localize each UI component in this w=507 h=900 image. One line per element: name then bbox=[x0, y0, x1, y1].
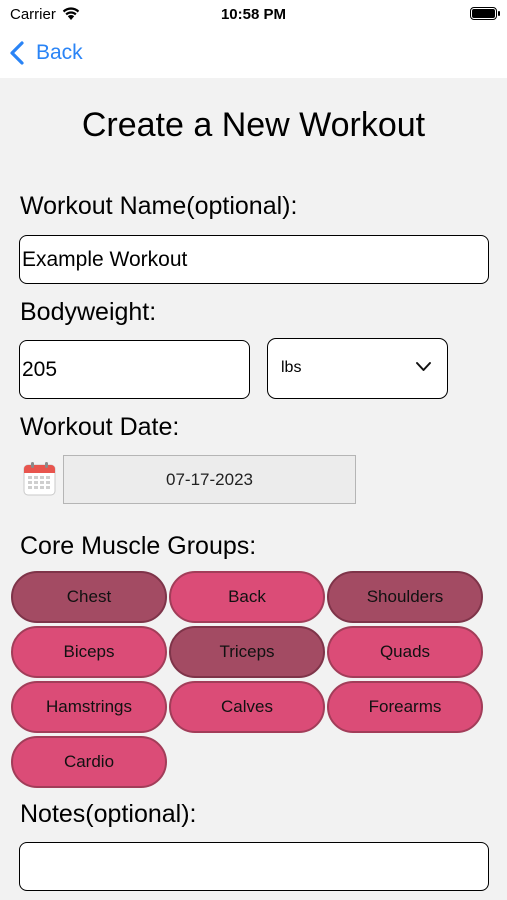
muscle-button-label: Hamstrings bbox=[46, 697, 132, 716]
page-title: Create a New Workout bbox=[81, 106, 426, 144]
calendar-icon[interactable] bbox=[23, 461, 56, 496]
muscle-button-label: Back bbox=[228, 587, 266, 606]
muscle-button-hamstrings[interactable]: Hamstrings bbox=[11, 681, 167, 733]
muscle-button-label: Calves bbox=[221, 697, 273, 716]
notes-label: Notes(optional): bbox=[20, 800, 197, 828]
date-field[interactable]: 07-17-2023 bbox=[63, 455, 356, 504]
muscle-button-forearms[interactable]: Forearms bbox=[327, 681, 483, 733]
clock: 10:58 PM bbox=[220, 6, 287, 23]
muscle-button-label: Forearms bbox=[368, 697, 442, 716]
muscle-button-triceps[interactable]: Triceps bbox=[169, 626, 325, 678]
workout-name-input[interactable] bbox=[19, 235, 489, 284]
muscle-button-label: Biceps bbox=[63, 642, 115, 661]
bodyweight-label: Bodyweight: bbox=[20, 298, 157, 326]
muscle-button-label: Cardio bbox=[63, 752, 115, 771]
muscle-button-chest[interactable]: Chest bbox=[11, 571, 167, 623]
status-bar: Carrier 10:58 PM bbox=[0, 0, 507, 30]
notes-input[interactable] bbox=[19, 842, 489, 891]
unit-select[interactable]: lbs bbox=[267, 338, 448, 399]
chevron-left-icon bbox=[10, 41, 24, 65]
chevron-down-icon bbox=[416, 362, 431, 371]
muscle-button-cardio[interactable]: Cardio bbox=[11, 736, 167, 788]
back-button[interactable]: Back bbox=[8, 38, 83, 68]
muscle-button-label: Quads bbox=[379, 642, 431, 661]
workout-name-label: Workout Name(optional): bbox=[20, 192, 298, 220]
muscle-button-quads[interactable]: Quads bbox=[327, 626, 483, 678]
navigation-bar: Back bbox=[0, 30, 507, 78]
muscle-button-back[interactable]: Back bbox=[169, 571, 325, 623]
muscle-button-shoulders[interactable]: Shoulders bbox=[327, 571, 483, 623]
muscle-button-label: Shoulders bbox=[366, 587, 444, 606]
muscle-button-biceps[interactable]: Biceps bbox=[11, 626, 167, 678]
back-label: Back bbox=[36, 41, 83, 64]
bodyweight-input[interactable] bbox=[19, 340, 250, 399]
muscle-button-label: Chest bbox=[66, 587, 112, 606]
muscle-button-calves[interactable]: Calves bbox=[169, 681, 325, 733]
muscle-button-label: Triceps bbox=[219, 642, 275, 661]
muscle-groups-label: Core Muscle Groups: bbox=[20, 532, 257, 560]
unit-select-value: lbs bbox=[281, 359, 302, 376]
battery-icon bbox=[470, 7, 500, 20]
workout-date-label: Workout Date: bbox=[20, 413, 180, 441]
